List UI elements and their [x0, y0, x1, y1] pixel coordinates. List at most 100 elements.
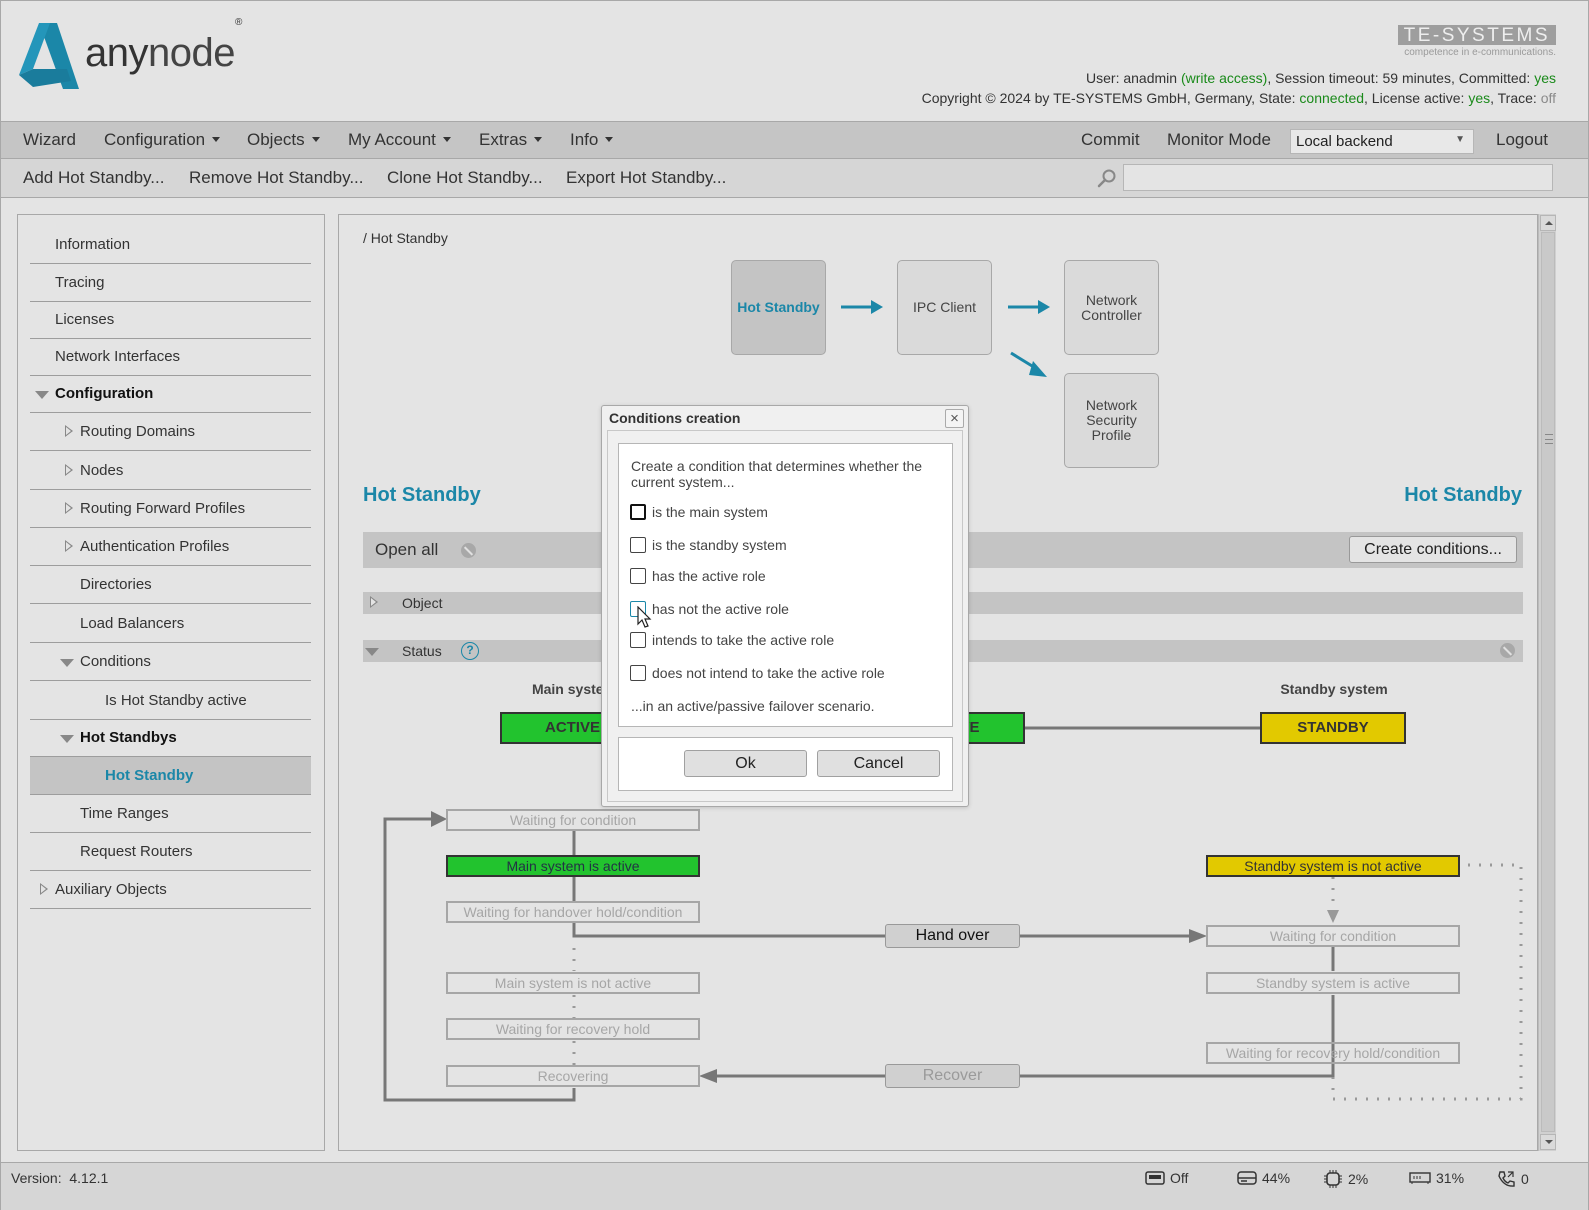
menu-configuration[interactable]: Configuration — [104, 130, 221, 150]
recording-value: Off — [1170, 1170, 1189, 1186]
logo-text-any: any — [85, 31, 149, 75]
sidebar-item-is-hot-standby-active[interactable]: Is Hot Standby active — [30, 682, 311, 720]
dialog-title: Conditions creation — [609, 410, 741, 426]
memory-ram-icon — [1409, 1172, 1431, 1184]
sidebar-item-label: Directories — [80, 576, 152, 593]
sidebar-item-label: Time Ranges — [80, 805, 169, 822]
sidebar-item-label: Routing Forward Profiles — [80, 500, 246, 517]
option-has-active-role[interactable]: has the active role — [630, 568, 766, 584]
caret-down-icon — [534, 137, 543, 142]
sidebar-item-network-interfaces[interactable]: Network Interfaces — [30, 338, 311, 376]
checkbox[interactable] — [630, 568, 646, 584]
close-icon[interactable]: × — [945, 409, 964, 428]
clone-hot-standby-button[interactable]: Clone Hot Standby... — [387, 168, 543, 188]
trace-status: off — [1540, 90, 1556, 106]
menu-label: My Account — [348, 130, 436, 149]
menu-extras[interactable]: Extras — [479, 130, 543, 150]
logout-button[interactable]: Logout — [1496, 130, 1548, 150]
sidebar-item-conditions[interactable]: Conditions — [30, 643, 311, 681]
sidebar-item-directories[interactable]: Directories — [30, 566, 311, 604]
search-input[interactable] — [1123, 164, 1553, 191]
state-main-system-not-active: Main system is not active — [446, 972, 700, 994]
sidebar-item-request-routers[interactable]: Request Routers — [30, 833, 311, 871]
commit-button[interactable]: Commit — [1081, 130, 1140, 150]
collapsed-triangle-icon[interactable] — [65, 425, 73, 437]
menu-info[interactable]: Info — [570, 130, 614, 150]
menu-wizard[interactable]: Wizard — [23, 130, 76, 150]
caret-down-icon — [212, 137, 221, 142]
hand-over-button[interactable]: Hand over — [885, 924, 1020, 948]
option-has-not-active-role[interactable]: has not the active role — [630, 601, 789, 617]
dialog-intro: Create a condition that determines wheth… — [631, 458, 923, 490]
main-scrollbar[interactable] — [1538, 214, 1556, 1151]
memory-usage: 31% — [1409, 1170, 1464, 1186]
expanded-triangle-icon[interactable] — [60, 735, 74, 743]
chevron-down-icon: ▼ — [1455, 134, 1465, 145]
backend-value: Local backend — [1296, 133, 1393, 150]
sidebar-item-hot-standbys[interactable]: Hot Standbys — [30, 719, 311, 757]
cancel-button[interactable]: Cancel — [817, 750, 940, 777]
ok-button[interactable]: Ok — [684, 750, 807, 777]
collapsed-triangle-icon[interactable] — [65, 464, 73, 476]
sidebar-item-nodes[interactable]: Nodes — [30, 452, 311, 490]
collapsed-triangle-icon[interactable] — [65, 502, 73, 514]
header: anynode ® TE-SYSTEMS competence in e-comm… — [1, 1, 1588, 121]
option-intends-active-role[interactable]: intends to take the active role — [630, 632, 834, 648]
sidebar-item-auxiliary-objects[interactable]: Auxiliary Objects — [30, 871, 311, 909]
export-hot-standby-button[interactable]: Export Hot Standby... — [566, 168, 726, 188]
sidebar-item-hot-standby[interactable]: Hot Standby — [30, 757, 311, 795]
cpu-value: 2% — [1348, 1171, 1369, 1187]
menu-my-account[interactable]: My Account — [348, 130, 451, 150]
sidebar-item-load-balancers[interactable]: Load Balancers — [30, 605, 311, 643]
sidebar-item-licenses[interactable]: Licenses — [30, 301, 311, 339]
menu-objects[interactable]: Objects — [247, 130, 320, 150]
expanded-triangle-icon[interactable] — [35, 391, 49, 399]
sidebar-item-label: Authentication Profiles — [80, 538, 230, 555]
session-timeout: , Session timeout: 59 minutes, Committed… — [1267, 70, 1535, 86]
te-systems-brand: TE-SYSTEMS competence in e-communication… — [1397, 25, 1556, 58]
disk-value: 44% — [1262, 1170, 1291, 1186]
anynode-logo-icon — [19, 23, 79, 89]
monitor-mode-button[interactable]: Monitor Mode — [1167, 130, 1271, 150]
version-value: 4.12.1 — [69, 1170, 109, 1186]
sidebar-item-configuration[interactable]: Configuration — [30, 375, 311, 413]
option-is-standby-system[interactable]: is the standby system — [630, 537, 787, 553]
menu-label: Extras — [479, 130, 528, 149]
sidebar-item-authentication-profiles[interactable]: Authentication Profiles — [30, 528, 311, 566]
checkbox[interactable] — [630, 504, 646, 520]
option-is-main-system[interactable]: is the main system — [630, 504, 768, 520]
sidebar-item-information[interactable]: Information — [30, 226, 311, 264]
scroll-thumb[interactable] — [1541, 232, 1555, 1132]
sidebar-item-routing-forward-profiles[interactable]: Routing Forward Profiles — [30, 490, 311, 528]
add-hot-standby-button[interactable]: Add Hot Standby... — [23, 168, 164, 188]
option-does-not-intend-active-role[interactable]: does not intend to take the active role — [630, 665, 885, 681]
connection-state: connected — [1299, 90, 1365, 106]
sidebar-item-label: Hot Standbys — [80, 729, 177, 746]
sidebar-item-routing-domains[interactable]: Routing Domains — [30, 413, 311, 451]
checkbox[interactable] — [630, 632, 646, 648]
checkbox[interactable] — [630, 665, 646, 681]
conditions-creation-dialog: Conditions creation × Create a condition… — [601, 405, 969, 807]
sidebar-item-tracing[interactable]: Tracing — [30, 264, 311, 302]
recover-button[interactable]: Recover — [885, 1064, 1020, 1088]
sidebar-item-label: Conditions — [80, 653, 151, 670]
recording-status: Off — [1145, 1170, 1188, 1186]
collapsed-triangle-icon[interactable] — [65, 540, 73, 552]
collapsed-triangle-icon[interactable] — [40, 883, 48, 895]
checkbox[interactable] — [630, 537, 646, 553]
option-label: has not the active role — [652, 601, 789, 617]
sidebar-item-time-ranges[interactable]: Time Ranges — [30, 795, 311, 833]
option-label: does not intend to take the active role — [652, 665, 885, 681]
state-waiting-recovery-hold: Waiting for recovery hold — [446, 1018, 700, 1040]
remove-hot-standby-button[interactable]: Remove Hot Standby... — [189, 168, 364, 188]
expanded-triangle-icon[interactable] — [60, 659, 74, 667]
user-prefix: User: — [1086, 70, 1124, 86]
dialog-outro: ...in an active/passive failover scenari… — [631, 698, 875, 714]
scroll-down-arrow-icon[interactable] — [1540, 1134, 1556, 1150]
sidebar-item-label: Configuration — [55, 385, 154, 402]
menu-label: Wizard — [23, 130, 76, 149]
mouse-pointer-icon — [637, 606, 652, 628]
scroll-up-arrow-icon[interactable] — [1540, 215, 1556, 231]
backend-select[interactable]: Local backend ▼ — [1290, 129, 1474, 154]
license-status: yes — [1468, 90, 1491, 106]
